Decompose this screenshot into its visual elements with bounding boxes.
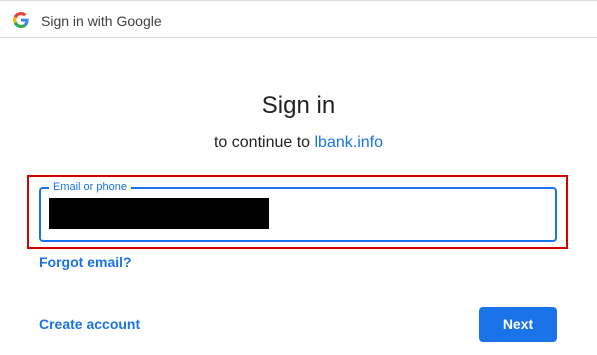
next-button[interactable]: Next — [479, 307, 557, 342]
page-title: Sign in — [261, 92, 336, 119]
create-account-link[interactable]: Create account — [39, 315, 140, 333]
email-field-label: Email or phone — [49, 181, 131, 194]
email-input-redacted[interactable] — [49, 198, 269, 229]
subtitle-prefix: to continue to — [213, 134, 315, 151]
forgot-email-link[interactable]: Forgot email? — [39, 253, 132, 271]
page-subtitle: to continue to lbank.info — [0, 132, 597, 154]
site-name-link[interactable]: lbank.info — [315, 134, 384, 151]
window-title: Sign in with Google — [41, 13, 162, 29]
sign-in-window: Sign in with Google Sign in to continue … — [0, 0, 597, 355]
title-bar: Sign in with Google — [0, 1, 597, 38]
google-g-icon — [13, 12, 29, 28]
